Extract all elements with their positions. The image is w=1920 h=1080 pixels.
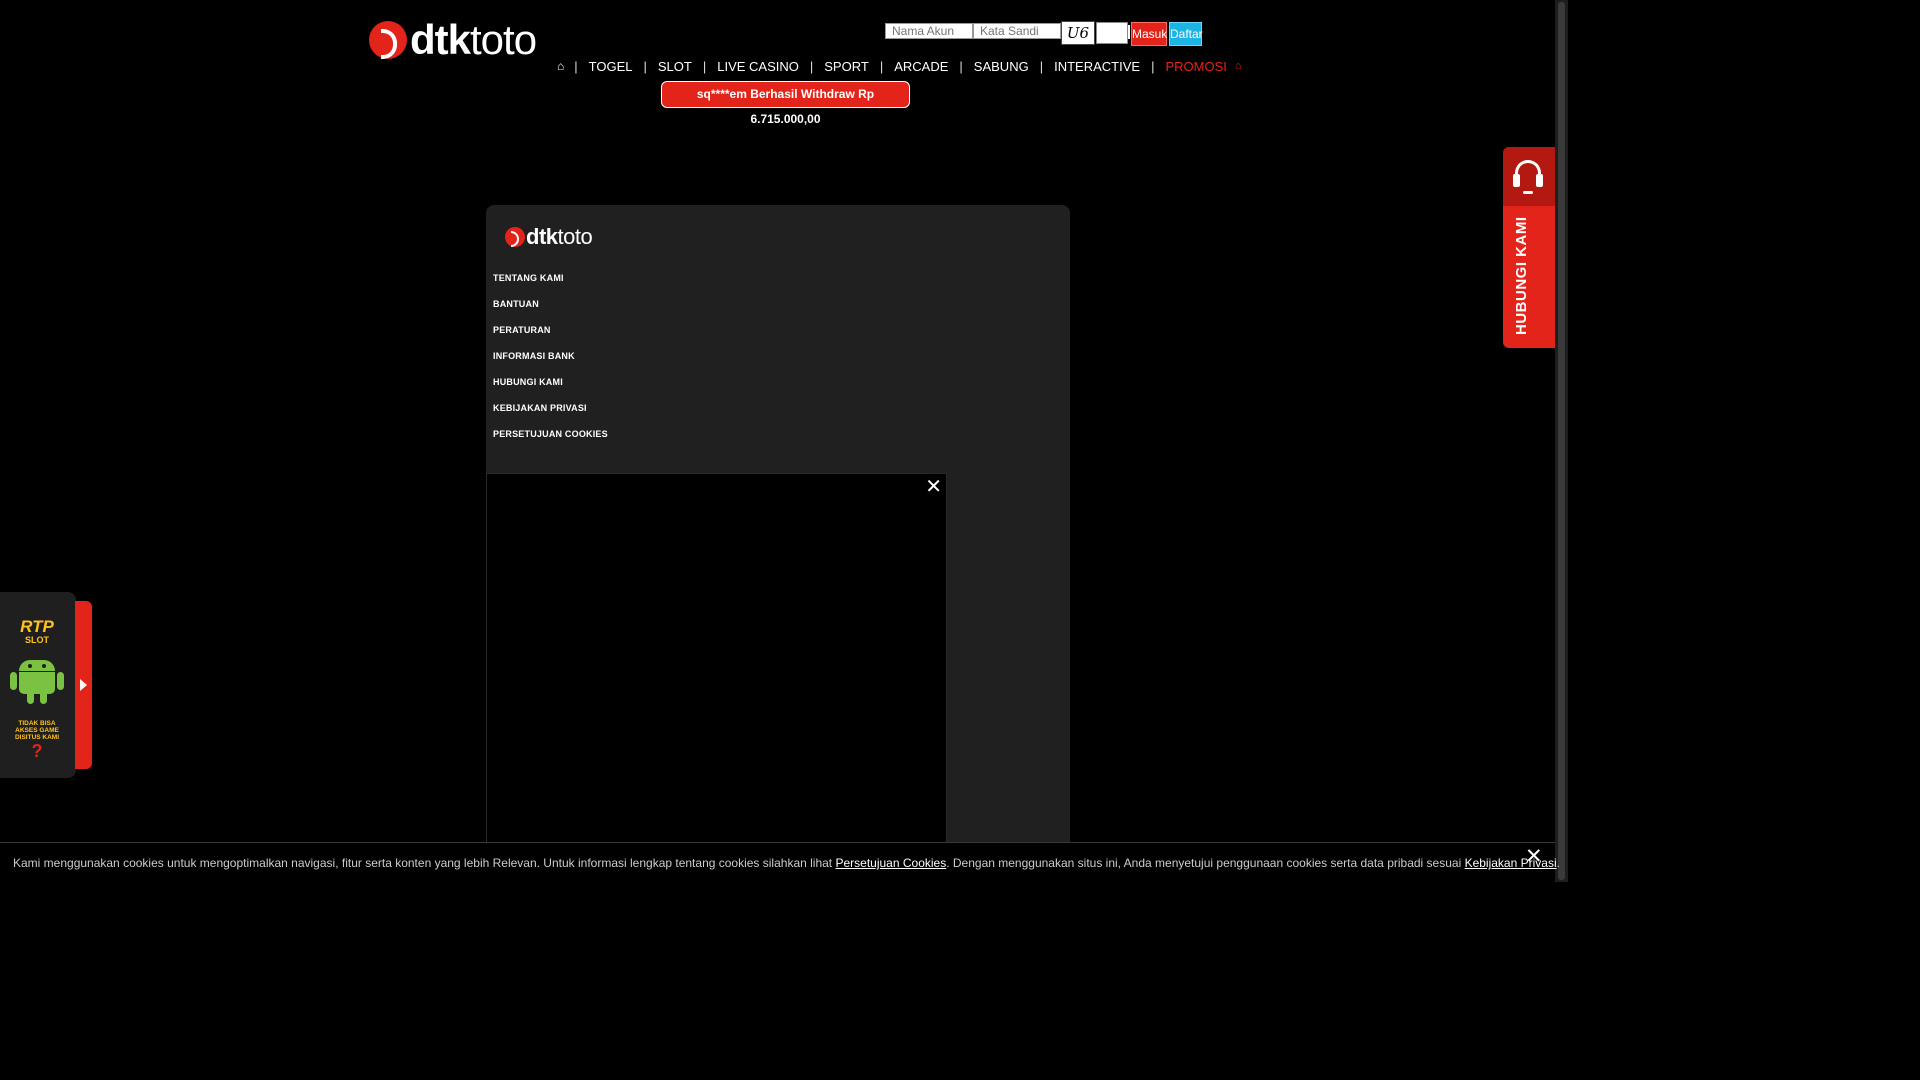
footer-links: TENTANG KAMI BANTUAN PERATURAN INFORMASI… [493,267,608,449]
home-icon[interactable]: ⌂ [555,59,574,73]
headset-icon [1503,147,1555,206]
close-icon[interactable]: ✕ [925,474,942,499]
footer-link-persetujuan-cookies[interactable]: PERSETUJUAN COOKIES [493,423,608,449]
side-app-panel: RTP SLOT TIDAK BISA AKSES GAME DISITUS K… [0,592,76,778]
access-help-button[interactable]: TIDAK BISA AKSES GAME DISITUS KAMI ? [10,720,64,761]
nav-item-interactive[interactable]: INTERACTIVE [1043,59,1151,74]
scrollbar-thumb[interactable] [1558,2,1565,880]
nav-item-live-casino[interactable]: LIVE CASINO [706,59,810,74]
page-scrollbar[interactable] [1555,0,1568,882]
nav-item-togel[interactable]: TOGEL [578,59,644,74]
android-icon[interactable] [10,660,64,708]
footer-link-bantuan[interactable]: BANTUAN [493,293,608,319]
access-help-text: TIDAK BISA AKSES GAME DISITUS KAMI [14,720,60,741]
privacy-policy-link[interactable]: Kebijakan Privasi [1465,856,1557,870]
question-mark-icon: ? [31,741,43,761]
footer-logo-wordmark: dtktoto [526,224,593,249]
footer-link-kebijakan-privasi[interactable]: KEBIJAKAN PRIVASI [493,397,608,423]
login-divider [1128,25,1130,39]
nav-item-sport[interactable]: SPORT [813,59,880,74]
footer-logo: dtktoto [505,224,593,250]
site-logo[interactable]: dtktoto [369,16,537,63]
main-nav: ⌂ | TOGEL | SLOT | LIVE CASINO | SPORT |… [555,57,1242,75]
side-panel-toggle[interactable] [75,601,92,769]
footer-link-hubungi-kami[interactable]: HUBUNGI KAMI [493,371,608,397]
withdraw-ticker: sq****em Berhasil Withdraw Rp 6.715.000,… [661,81,910,126]
cookie-text: Kami menggunakan cookies untuk mengoptim… [13,856,1560,870]
register-button[interactable]: Daftar [1169,22,1203,46]
cookie-bar: Kami menggunakan cookies untuk mengoptim… [0,842,1560,882]
username-input[interactable] [885,23,973,39]
nav-item-slot[interactable]: SLOT [647,59,703,74]
nav-item-sabung[interactable]: SABUNG [963,59,1040,74]
rtp-label: RTP [20,617,54,636]
footer-logo-mark-icon [505,227,525,247]
password-input[interactable] [973,23,1061,39]
rtp-slot-button[interactable]: RTP SLOT [14,618,60,646]
captcha-input[interactable] [1096,22,1128,44]
captcha-image: U6 [1061,21,1095,45]
video-popup[interactable]: ✕ [486,473,947,882]
rtp-sub-label: SLOT [25,635,49,645]
close-icon[interactable]: ✕ [1525,844,1543,869]
footer-link-peraturan[interactable]: PERATURAN [493,319,608,345]
logo-mark-icon [369,21,407,59]
footer-link-informasi-bank[interactable]: INFORMASI BANK [493,345,608,371]
login-button[interactable]: Masuk [1131,22,1167,46]
contact-tab-label: HUBUNGI KAMI [1513,216,1530,336]
gift-icon[interactable]: ⌂ [1235,60,1242,72]
nav-item-promosi[interactable]: PROMOSI [1154,59,1237,74]
contact-tab[interactable]: HUBUNGI KAMI [1503,147,1555,348]
cookie-policy-link[interactable]: Persetujuan Cookies [835,856,946,870]
logo-wordmark: dtktoto [410,16,537,63]
footer-link-tentang-kami[interactable]: TENTANG KAMI [493,267,608,293]
nav-item-arcade[interactable]: ARCADE [883,59,959,74]
